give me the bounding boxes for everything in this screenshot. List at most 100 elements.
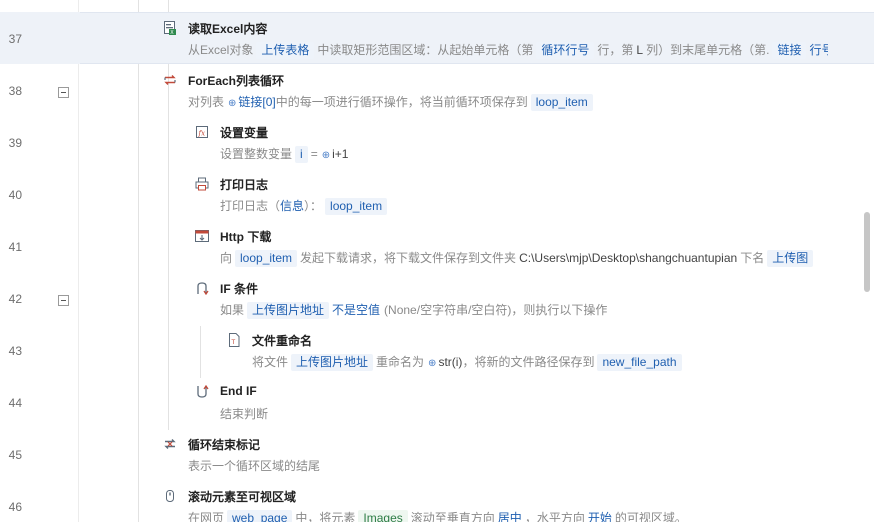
option-value[interactable]: 居中 xyxy=(498,511,522,522)
desc-text: 的可视区域。 xyxy=(614,511,687,522)
variable-icon: fx xyxy=(195,125,209,139)
scroll-element-icon xyxy=(163,489,177,503)
variable-tag[interactable]: loop_item xyxy=(235,250,298,267)
collapse-toggle[interactable] xyxy=(58,295,69,306)
desc-text: 对列表 xyxy=(188,95,225,109)
step-row-end-if[interactable]: 44 End IF 结束判断 xyxy=(0,376,874,428)
variable-tag[interactable]: 上传图片地址 xyxy=(291,354,374,371)
variable-tag[interactable]: web_page xyxy=(227,510,293,522)
file-rename-icon: T xyxy=(227,333,241,347)
desc-text: 在网页 xyxy=(188,511,225,522)
step-description: 在网页 web_page 中，将元素 Images 滚动至垂直方向 居中 ，水平方向 开始 的可… xyxy=(188,509,828,522)
line-number: 38 xyxy=(8,84,22,98)
step-row-file-rename[interactable]: 43 T 文件重命名 将文件 上传图片地址 重命名为 ⊕ str(i)，将新的文件路径保… xyxy=(0,324,874,376)
line-number: 43 xyxy=(8,344,22,358)
line-number: 39 xyxy=(8,136,22,150)
download-icon xyxy=(195,229,209,243)
step-row-scroll-element[interactable]: 46 滚动元素至可视区域 在网页 web_page 中，将元素 Images 滚动至垂直… xyxy=(0,480,874,522)
variable-tag[interactable]: i xyxy=(295,146,308,163)
variable-tag[interactable]: new_file_path xyxy=(597,354,682,371)
desc-text: 中读取矩形范围区域：从起始单元格（第 xyxy=(317,43,534,57)
variable-icon: ⊕ xyxy=(321,150,331,161)
step-title: End IF xyxy=(220,384,257,398)
desc-text: 列）到末尾单元格（第. xyxy=(646,43,770,57)
svg-text:T: T xyxy=(231,339,236,346)
step-row-loop-end[interactable]: 45 循环结束标记 表示一个循环区域的结尾 xyxy=(0,428,874,480)
end-if-icon xyxy=(195,384,209,399)
step-description: 结束判断 xyxy=(220,405,820,422)
option-value[interactable]: 开始 xyxy=(588,511,612,522)
desc-text: 向 xyxy=(220,251,233,265)
desc-text: 从Excel对象 xyxy=(188,43,254,57)
condition-operator[interactable]: 不是空值 xyxy=(332,303,380,317)
collapse-toggle[interactable] xyxy=(58,87,69,98)
step-description: 打印日志（信息）： loop_item xyxy=(220,197,820,215)
variable-tag[interactable]: 循环行号 xyxy=(536,42,595,59)
svg-text:fx: fx xyxy=(198,130,206,138)
step-row-http-download[interactable]: 41 Http 下载 向 loop_item 发起下载请求，将下载文件保存到文件夹 C… xyxy=(0,220,874,272)
element-tag[interactable]: Images xyxy=(358,510,408,522)
desc-text: ，水平方向 xyxy=(524,511,585,522)
desc-text: 中的每一项进行循环操作，将当前循环项保存到 xyxy=(275,95,528,109)
line-number: 46 xyxy=(8,500,22,514)
desc-text: 滚动至垂直方向 xyxy=(410,511,495,522)
line-number: 45 xyxy=(8,448,22,462)
step-row-if-condition[interactable]: 42 IF 条件 如果 上传图片地址 不是空值 (None/空字符串/空白符)，则执行… xyxy=(0,272,874,324)
step-title: 读取Excel内容 xyxy=(188,22,268,36)
step-title: 文件重命名 xyxy=(252,334,313,348)
step-description: 如果 上传图片地址 不是空值 (None/空字符串/空白符)，则执行以下操作 xyxy=(220,301,820,319)
step-row-print-log[interactable]: 40 打印日志 打印日志（信息）： loop_item xyxy=(0,168,874,220)
desc-text: 中，将元素 xyxy=(295,511,356,522)
step-description: 向 loop_item 发起下载请求，将下载文件保存到文件夹 C:\Users\mjp… xyxy=(220,249,830,267)
desc-text: ）： xyxy=(304,199,323,213)
variable-tag[interactable]: loop_item xyxy=(530,94,593,111)
vertical-scrollbar-thumb[interactable] xyxy=(864,212,870,292)
step-title: Http 下载 xyxy=(220,230,272,244)
step-description: 对列表 ⊕ 链接[0]中的每一项进行循环操作，将当前循环项保存到 loop_item xyxy=(188,93,828,111)
variable-tag[interactable]: 链接 xyxy=(772,42,807,59)
expression-value: str(i) xyxy=(438,355,463,369)
step-description: 表示一个循环区域的结尾 xyxy=(188,457,828,474)
step-title: 循环结束标记 xyxy=(188,438,261,452)
variable-tag[interactable]: 上传图片地址 xyxy=(247,302,330,319)
desc-text: (None/空字符串/空白符)，则执行以下操作 xyxy=(384,303,608,317)
desc-text: = xyxy=(310,147,318,161)
desc-text: 如果 xyxy=(220,303,245,317)
desc-text: 行，第 xyxy=(597,43,634,57)
desc-text: 结束判断 xyxy=(220,407,269,421)
variable-tag[interactable]: loop_item xyxy=(325,198,388,215)
desc-text: 将文件 xyxy=(252,355,289,369)
variable-tag[interactable]: 上传图 xyxy=(767,250,814,267)
variable-tag[interactable]: 上传表格 xyxy=(256,42,315,59)
loop-icon xyxy=(163,73,177,87)
step-title: 设置变量 xyxy=(220,126,269,140)
loop-end-icon xyxy=(163,437,177,451)
step-row-set-variable[interactable]: 39 fx 设置变量 设置整数变量 i = ⊕ i+1 xyxy=(0,116,874,168)
svg-text:X: X xyxy=(170,30,174,35)
step-description: 设置整数变量 i = ⊕ i+1 xyxy=(220,145,820,163)
step-row-read-excel[interactable]: 37 X 读取Excel内容 从Excel对象 上传表格 中读取矩形范围区域：从起始… xyxy=(0,12,874,64)
variable-ref[interactable]: 链接[0] xyxy=(238,95,275,109)
line-number: 40 xyxy=(8,188,22,202)
expression-value: i+1 xyxy=(332,147,349,161)
step-title: 滚动元素至可视区域 xyxy=(188,490,297,504)
log-level[interactable]: 信息 xyxy=(280,199,304,213)
column-value: L xyxy=(636,43,644,57)
printer-icon xyxy=(195,177,209,191)
variable-icon: ⊕ xyxy=(228,98,237,109)
step-description: 从Excel对象 上传表格 中读取矩形范围区域：从起始单元格（第 循环行号 行，第 L 列）… xyxy=(188,41,828,59)
excel-read-icon: X xyxy=(163,21,177,36)
desc-text: 发起下载请求，将下载文件保存到文件夹 xyxy=(300,251,517,265)
step-row-foreach[interactable]: 38 ForEach列表循环 对列表 ⊕ 链接[0]中的每一项进行循环操作，将当前循… xyxy=(0,64,874,116)
step-title: 打印日志 xyxy=(220,178,269,192)
desc-text: 打印日志（ xyxy=(220,199,281,213)
folder-path: C:\Users\mjp\Desktop\shangchuantupian xyxy=(519,251,738,265)
desc-text: 行号 xyxy=(809,43,828,57)
desc-text: 表示一个循环区域的结尾 xyxy=(188,459,321,473)
variable-icon: ⊕ xyxy=(428,358,437,369)
step-description: 将文件 上传图片地址 重命名为 ⊕ str(i)，将新的文件路径保存到 new_file_… xyxy=(252,353,832,371)
desc-text: 重命名为 xyxy=(376,355,425,369)
desc-text: 设置整数变量 xyxy=(220,147,293,161)
desc-text: ，将新的文件路径保存到 xyxy=(462,355,595,369)
line-number: 37 xyxy=(8,32,22,46)
